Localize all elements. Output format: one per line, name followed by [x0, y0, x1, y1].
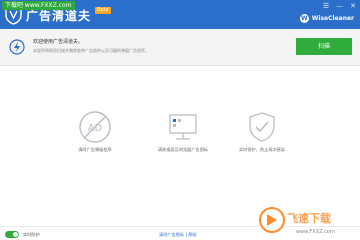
menu-icon[interactable]: ☰ — [323, 2, 329, 10]
help-link[interactable]: 帮助 — [188, 232, 196, 237]
feature-remove-popups: AD 清除广告弹窗程序 — [45, 110, 145, 153]
brand[interactable]: W WiseCleaner — [299, 14, 354, 23]
site-watermark: 飞速下载 www.FXXZ.com — [259, 207, 335, 235]
shield-check-icon — [249, 112, 275, 142]
feature-realtime-protection: 实时保护，防止再次感染 — [212, 110, 312, 153]
banner-title: 欢迎使用广告清道夫。 — [33, 39, 84, 45]
lightning-icon — [9, 39, 25, 55]
protection-label: 实时防护 — [23, 232, 40, 237]
feature-label: 清除广告弹窗程序 — [78, 147, 112, 152]
realtime-protection-toggle[interactable] — [5, 231, 19, 238]
banner-description: 本程序将帮您扫描并删除各种广告插件以及可疑的弹窗广告程序。 — [33, 48, 149, 53]
beta-badge: Beta — [95, 7, 111, 14]
brand-name: WiseCleaner — [311, 15, 354, 22]
minimize-icon[interactable]: — — [336, 2, 343, 10]
site-watermark-top: 下载吧 www.FXXZ.com — [2, 1, 75, 10]
wisecleaner-logo-icon: W — [299, 14, 309, 23]
monitor-icon — [169, 114, 197, 140]
svg-text:飞速下载: 飞速下载 — [287, 211, 331, 225]
no-ads-icon: AD — [79, 111, 111, 143]
feature-label: 实时保护，防止再次感染 — [238, 147, 286, 152]
scan-button[interactable]: 扫描 — [296, 38, 352, 55]
close-icon[interactable]: ✕ — [350, 2, 356, 10]
toggle-knob — [13, 232, 18, 237]
svg-text:www.FXXZ.com: www.FXXZ.com — [296, 229, 335, 235]
restore-ads-link[interactable]: 清除广告图标 — [159, 232, 184, 237]
